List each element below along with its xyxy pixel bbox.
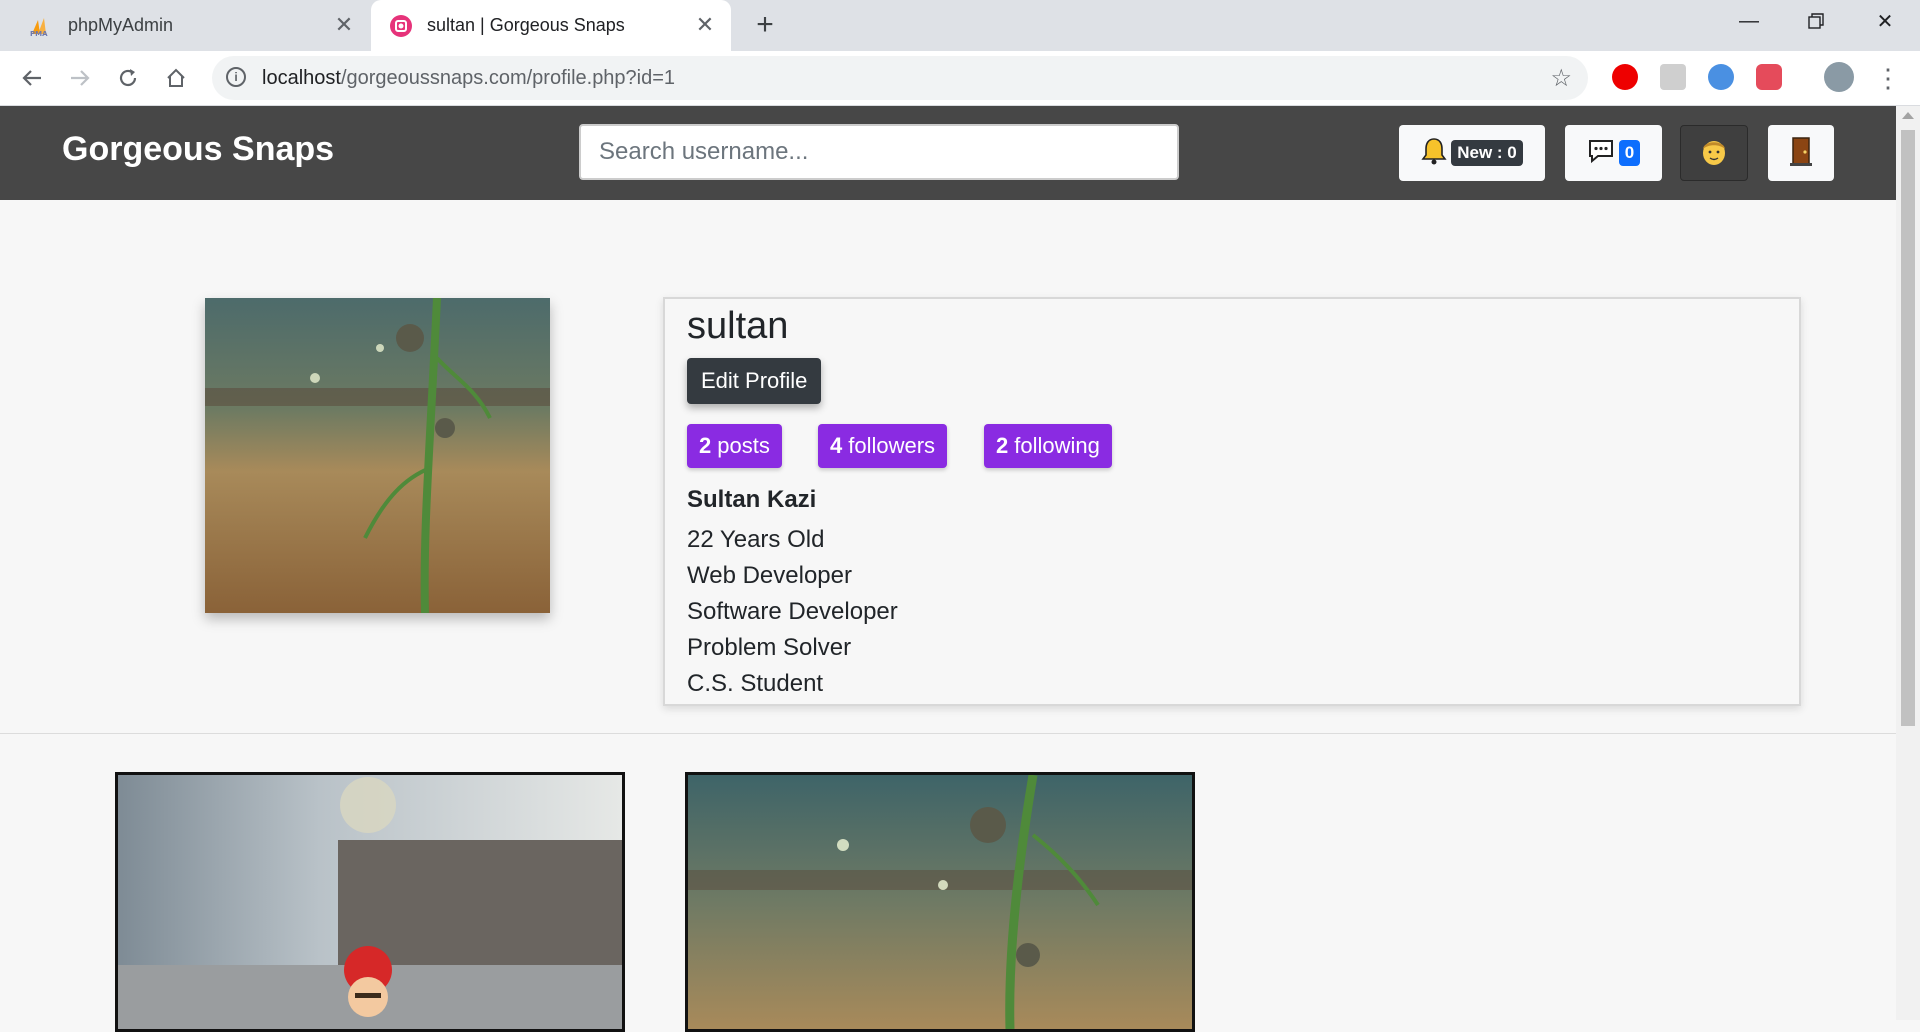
profile-full-name: Sultan Kazi: [687, 486, 817, 513]
bookmark-star-icon[interactable]: ☆: [1550, 64, 1572, 93]
door-icon: [1790, 136, 1812, 171]
bell-icon: [1421, 137, 1447, 170]
posts-count-button[interactable]: 2 posts: [687, 424, 782, 468]
address-bar[interactable]: i localhost/gorgeoussnaps.com/profile.ph…: [212, 56, 1588, 100]
notifications-badge: New : 0: [1451, 140, 1523, 166]
messages-badge: 0: [1618, 140, 1641, 166]
close-icon[interactable]: ✕: [332, 13, 356, 37]
adblock-extension-icon[interactable]: [1612, 64, 1638, 90]
bio-line: Problem Solver: [687, 634, 852, 661]
tab-title: phpMyAdmin: [68, 15, 174, 35]
menu-kebab-icon[interactable]: ⋮: [1870, 60, 1906, 96]
bio-line: C.S. Student: [687, 670, 824, 697]
site-favicon-icon: [389, 14, 413, 38]
profile-info-card: sultan Edit Profile 2 posts 4 followers 2f…: [663, 297, 1801, 706]
globe-extension-icon[interactable]: [1708, 64, 1734, 90]
browser-toolbar: i localhost/gorgeoussnaps.com/profile.ph…: [0, 51, 1920, 106]
cube-extension-icon[interactable]: [1660, 64, 1686, 90]
back-arrow-icon[interactable]: [14, 60, 50, 96]
followers-count-button[interactable]: 4 followers: [818, 424, 948, 468]
scroll-up-arrow-icon[interactable]: [1902, 112, 1914, 119]
bio-line: 22 Years Old: [687, 526, 825, 553]
search-input[interactable]: [579, 124, 1179, 180]
site-brand[interactable]: Gorgeous Snaps: [62, 130, 334, 169]
tab-title: sultan | Gorgeous Snaps: [427, 15, 625, 35]
profile-button[interactable]: [1680, 125, 1748, 181]
close-icon[interactable]: ✕: [693, 13, 717, 37]
notifications-button[interactable]: New : 0: [1399, 125, 1545, 181]
restore-icon[interactable]: [1787, 0, 1845, 42]
stat-count: 4: [830, 433, 843, 458]
new-tab-button[interactable]: +: [748, 8, 782, 42]
url-text: localhost/gorgeoussnaps.com/profile.php?…: [262, 67, 676, 89]
profile-username: sultan: [687, 305, 789, 347]
home-icon[interactable]: [158, 60, 194, 96]
scrollbar-thumb[interactable]: [1901, 130, 1915, 726]
post-thumbnail[interactable]: [115, 772, 625, 1032]
chat-icon: [1587, 138, 1615, 169]
svg-text:PMA: PMA: [30, 30, 48, 36]
edit-profile-button[interactable]: Edit Profile: [687, 358, 822, 404]
browser-tab-strip: PMA phpMyAdmin ✕ sultan | Gorgeous Snaps…: [0, 0, 1920, 51]
bio-line: Web Developer: [687, 562, 852, 589]
stat-label: following: [1014, 433, 1100, 458]
shield-extension-icon[interactable]: [1756, 64, 1782, 90]
logout-button[interactable]: [1768, 125, 1834, 181]
tab-gorgeous-snaps[interactable]: sultan | Gorgeous Snaps ✕: [371, 0, 731, 51]
following-count-button[interactable]: 2 following: [984, 424, 1112, 468]
face-icon: [1700, 136, 1728, 171]
reload-icon[interactable]: [110, 60, 146, 96]
post-thumbnail[interactable]: [685, 772, 1195, 1032]
messages-button[interactable]: 0: [1565, 125, 1662, 181]
phpmyadmin-icon: PMA: [30, 14, 54, 38]
account-avatar-icon[interactable]: [1824, 62, 1854, 92]
page-scrollbar[interactable]: [1896, 106, 1920, 1020]
tab-phpmyadmin[interactable]: PMA phpMyAdmin ✕: [0, 0, 370, 51]
forward-arrow-icon[interactable]: [62, 60, 98, 96]
stat-label: followers: [848, 433, 936, 458]
stat-count: 2: [699, 433, 712, 458]
site-header: Gorgeous Snaps New : 0 0: [0, 106, 1896, 200]
section-divider: [0, 733, 1896, 734]
profile-picture: [205, 298, 550, 613]
site-info-icon[interactable]: i: [226, 67, 246, 87]
minimize-icon[interactable]: —: [1720, 0, 1778, 42]
stat-count: 2: [996, 433, 1009, 458]
bio-line: Software Developer: [687, 598, 898, 625]
close-window-icon[interactable]: ✕: [1856, 0, 1914, 42]
stat-label: posts: [717, 433, 770, 458]
